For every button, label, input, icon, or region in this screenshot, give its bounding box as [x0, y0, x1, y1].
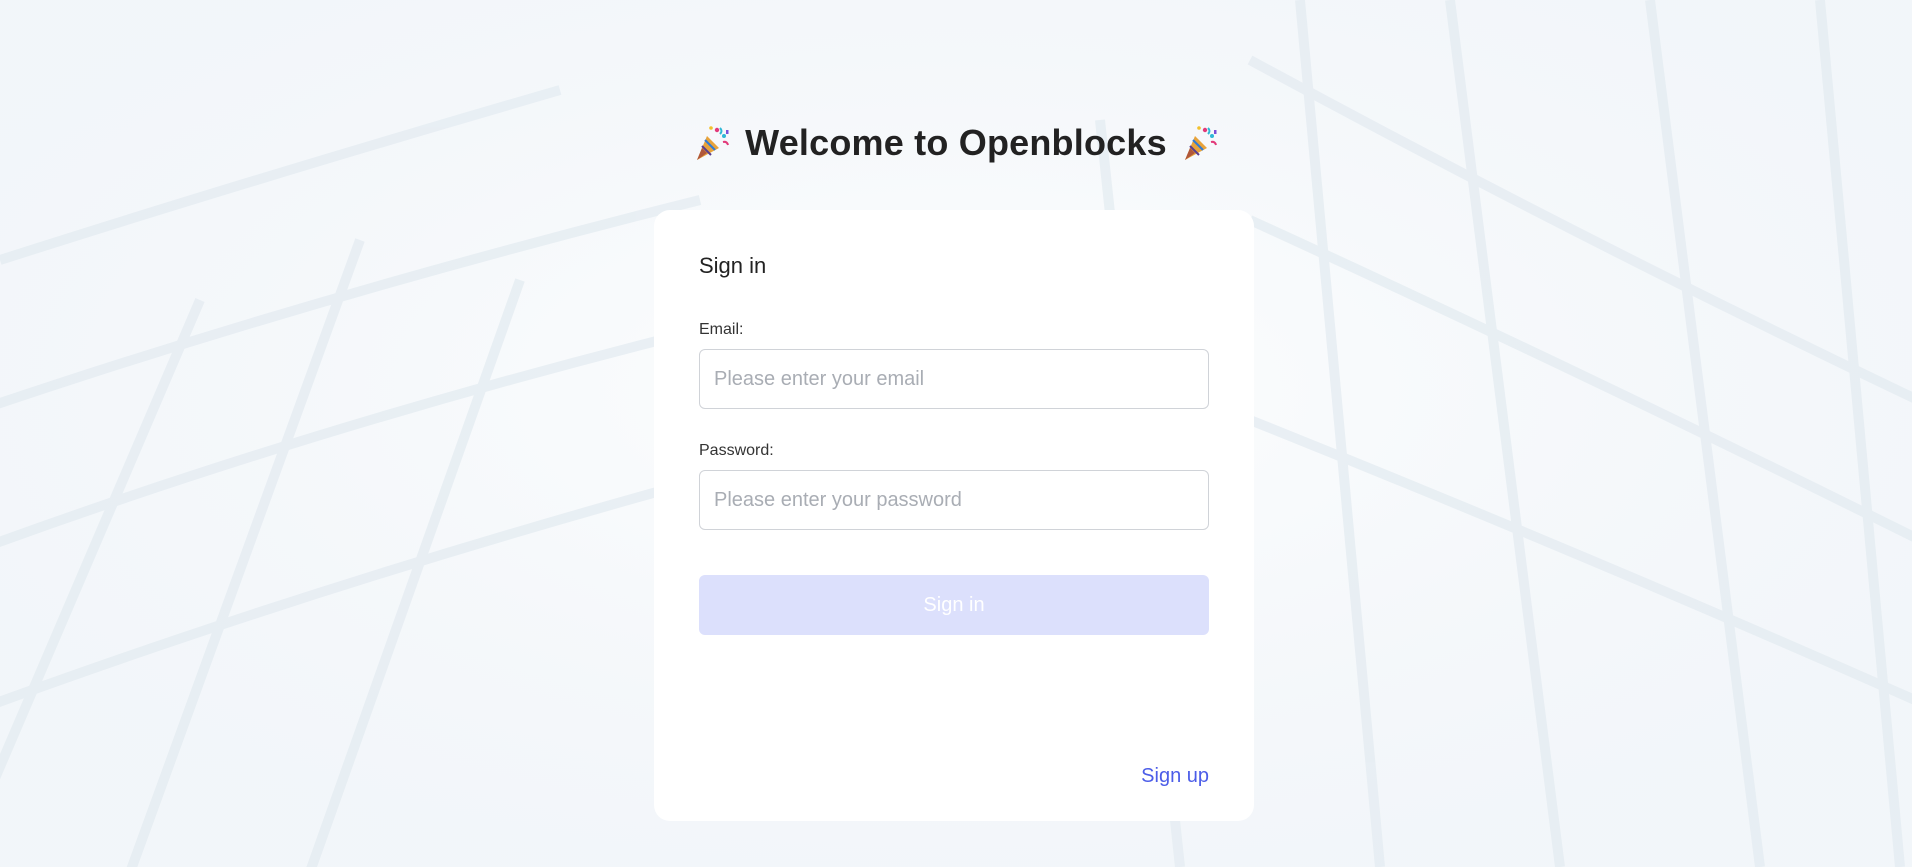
email-label: Email:	[699, 321, 744, 338]
password-label: Password:	[699, 442, 774, 459]
party-popper-icon	[1184, 126, 1217, 160]
page-header: Welcome to Openblocks	[0, 118, 1912, 168]
party-popper-icon	[697, 126, 730, 160]
page-title: Welcome to Openblocks	[745, 122, 1167, 163]
signin-button[interactable]: Sign in	[699, 575, 1209, 635]
signup-link[interactable]: Sign up	[1141, 765, 1209, 788]
password-input[interactable]	[699, 470, 1209, 530]
email-input[interactable]	[699, 349, 1209, 409]
signin-card: Sign in Email: Password: Sign in Sign up	[654, 210, 1254, 821]
signin-heading: Sign in	[699, 253, 767, 278]
